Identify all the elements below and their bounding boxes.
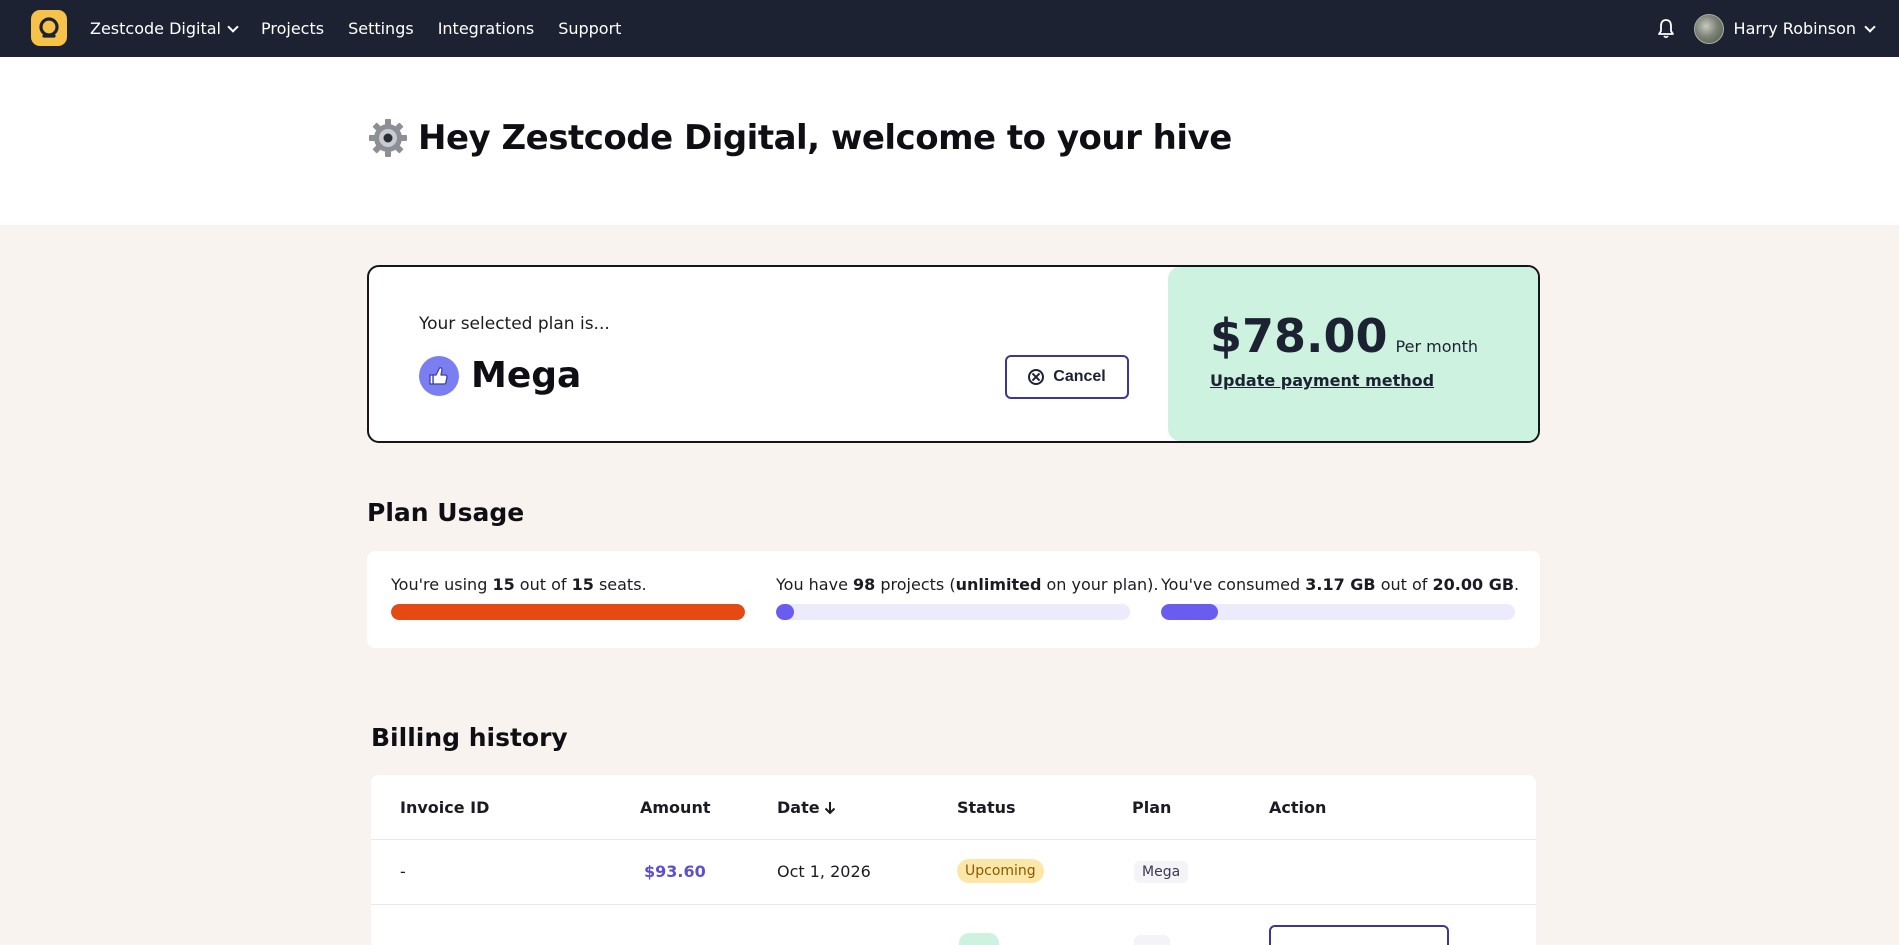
welcome-row: Hey Zestcode Digital, welcome to your hi…	[368, 118, 1232, 158]
org-name: Zestcode Digital	[90, 19, 221, 38]
user-name: Harry Robinson	[1733, 19, 1856, 38]
plan-usage-title: Plan Usage	[367, 498, 525, 527]
thumbs-up-icon	[419, 355, 459, 396]
billing-history-table: Invoice ID Amount Date Status Plan Actio…	[371, 775, 1536, 945]
seats-progress-bar	[391, 604, 745, 620]
status-badge: Upcoming	[957, 859, 1044, 883]
chevron-down-icon	[1864, 20, 1876, 33]
storage-usage-text: You've consumed 3.17 GB out of 20.00 GB.	[1161, 575, 1520, 594]
storage-progress-fill	[1161, 604, 1218, 620]
update-payment-method-link[interactable]: Update payment method	[1210, 371, 1434, 390]
cancel-plan-button[interactable]: Cancel	[1005, 355, 1129, 399]
nav-item-integrations[interactable]: Integrations	[438, 19, 535, 38]
page-title: Hey Zestcode Digital, welcome to your hi…	[418, 118, 1232, 158]
invoice-amount: $93.60	[644, 862, 706, 881]
notifications-bell-icon[interactable]	[1656, 18, 1676, 40]
user-menu[interactable]: Harry Robinson	[1693, 13, 1876, 44]
billing-history-title: Billing history	[371, 723, 568, 752]
plan-info: Your selected plan is... Mega Cancel	[369, 267, 1169, 441]
close-circle-icon	[1028, 369, 1045, 385]
storage-progress-bar	[1161, 604, 1515, 620]
main-nav: Zestcode Digital Projects Settings Integ…	[90, 0, 621, 57]
column-status[interactable]: Status	[957, 798, 1016, 817]
selected-plan-card: Your selected plan is... Mega Cancel $78…	[367, 265, 1540, 443]
seats-usage: You're using 15 out of 15 seats.	[391, 575, 745, 620]
price-period: Per month	[1395, 337, 1479, 356]
nav-item-label: Projects	[260, 19, 325, 38]
plan-name-row: Mega	[419, 355, 581, 396]
status-badge	[959, 933, 999, 945]
table-header: Invoice ID Amount Date Status Plan Actio…	[371, 775, 1536, 840]
nav-item-support[interactable]: Support	[558, 19, 621, 38]
projects-progress-bar	[776, 604, 1130, 620]
price-row: $78.00 Per month	[1210, 309, 1478, 363]
plan-price: $78.00	[1210, 309, 1388, 363]
column-date-label: Date	[777, 798, 820, 817]
plan-subtitle: Your selected plan is...	[419, 314, 610, 334]
app-logo-icon[interactable]	[31, 10, 67, 46]
column-amount[interactable]: Amount	[640, 798, 710, 817]
nav-item-label: Support	[558, 19, 622, 38]
storage-usage: You've consumed 3.17 GB out of 20.00 GB.	[1161, 575, 1520, 620]
arrow-down-icon	[824, 801, 835, 814]
org-switcher[interactable]: Zestcode Digital	[90, 19, 239, 38]
column-action: Action	[1269, 798, 1327, 817]
nav-item-projects[interactable]: Projects	[261, 19, 324, 38]
seats-usage-text: You're using 15 out of 15 seats.	[391, 575, 647, 594]
column-invoice-id[interactable]: Invoice ID	[400, 798, 489, 817]
download-invoice-button[interactable]	[1269, 925, 1449, 945]
nav-item-settings[interactable]: Settings	[348, 19, 414, 38]
plan-name: Mega	[471, 355, 582, 396]
plan-usage-card: You're using 15 out of 15 seats. You hav…	[367, 551, 1540, 648]
invoice-id: -	[400, 862, 406, 881]
column-plan[interactable]: Plan	[1132, 798, 1171, 817]
chevron-down-icon	[227, 20, 239, 33]
projects-progress-fill	[776, 604, 794, 620]
invoice-date: Oct 1, 2026	[777, 862, 871, 881]
plan-tag: Mega	[1134, 861, 1189, 883]
top-right-controls: Harry Robinson	[1656, 0, 1876, 57]
projects-usage-text: You have 98 projects (unlimited on your …	[776, 575, 1159, 594]
seats-progress-fill	[391, 604, 745, 620]
table-row: - $93.60 Oct 1, 2026 Upcoming Mega	[371, 840, 1536, 905]
gear-icon	[369, 119, 407, 157]
top-navigation-bar: Zestcode Digital Projects Settings Integ…	[0, 0, 1899, 57]
nav-item-label: Integrations	[437, 19, 535, 38]
price-panel: $78.00 Per month Update payment method	[1168, 267, 1538, 441]
cancel-label: Cancel	[1053, 368, 1106, 385]
column-date[interactable]: Date	[777, 798, 836, 817]
avatar	[1693, 13, 1724, 44]
nav-item-label: Settings	[348, 19, 414, 38]
projects-usage: You have 98 projects (unlimited on your …	[776, 575, 1159, 620]
